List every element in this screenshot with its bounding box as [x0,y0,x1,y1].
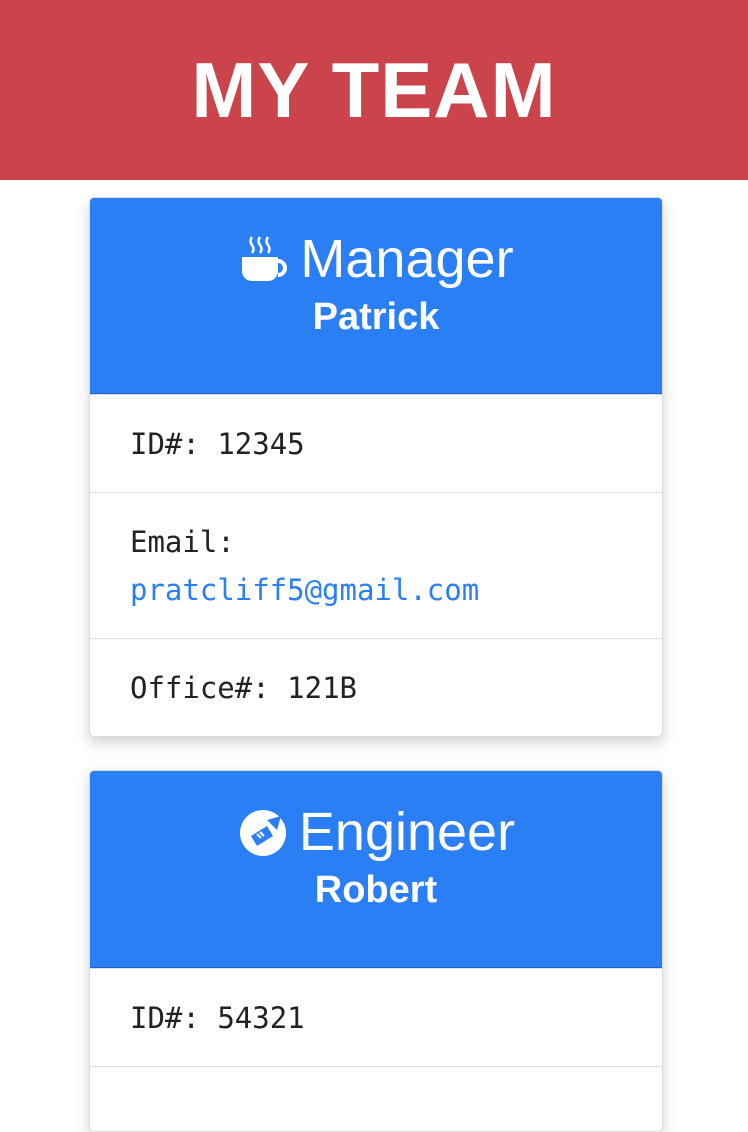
id-label: ID#: [130,1000,200,1035]
role-title: Engineer [298,802,516,862]
office-label: Office#: [130,670,270,705]
engineer-icon [237,806,289,858]
coffee-cup-icon [238,233,290,285]
role-title: Manager [300,229,514,289]
id-value: 12345 [217,426,305,461]
next-row [90,1066,662,1131]
employee-name: Robert [314,869,438,911]
card-header: Manager Patrick [90,198,662,394]
role-row: Engineer [90,799,662,865]
id-row: ID#: 12345 [90,394,662,492]
id-row: ID#: 54321 [90,968,662,1066]
id-label: ID#: [130,426,200,461]
employee-name: Patrick [312,296,440,338]
card-header: Engineer Robert [90,771,662,968]
page-header: MY TEAM [0,0,748,180]
email-row: Email: pratcliff5@gmail.com [90,492,662,638]
role-row: Manager [90,226,662,292]
email-label: Email: [130,524,235,559]
id-value: 54321 [217,1000,305,1035]
page-title: MY TEAM [191,45,557,134]
email-link[interactable]: pratcliff5@gmail.com [130,573,479,607]
office-value: 121B [287,670,357,705]
employee-card-manager: Manager Patrick ID#: 12345 Email: pratcl… [89,197,663,737]
office-row: Office#: 121B [90,638,662,736]
